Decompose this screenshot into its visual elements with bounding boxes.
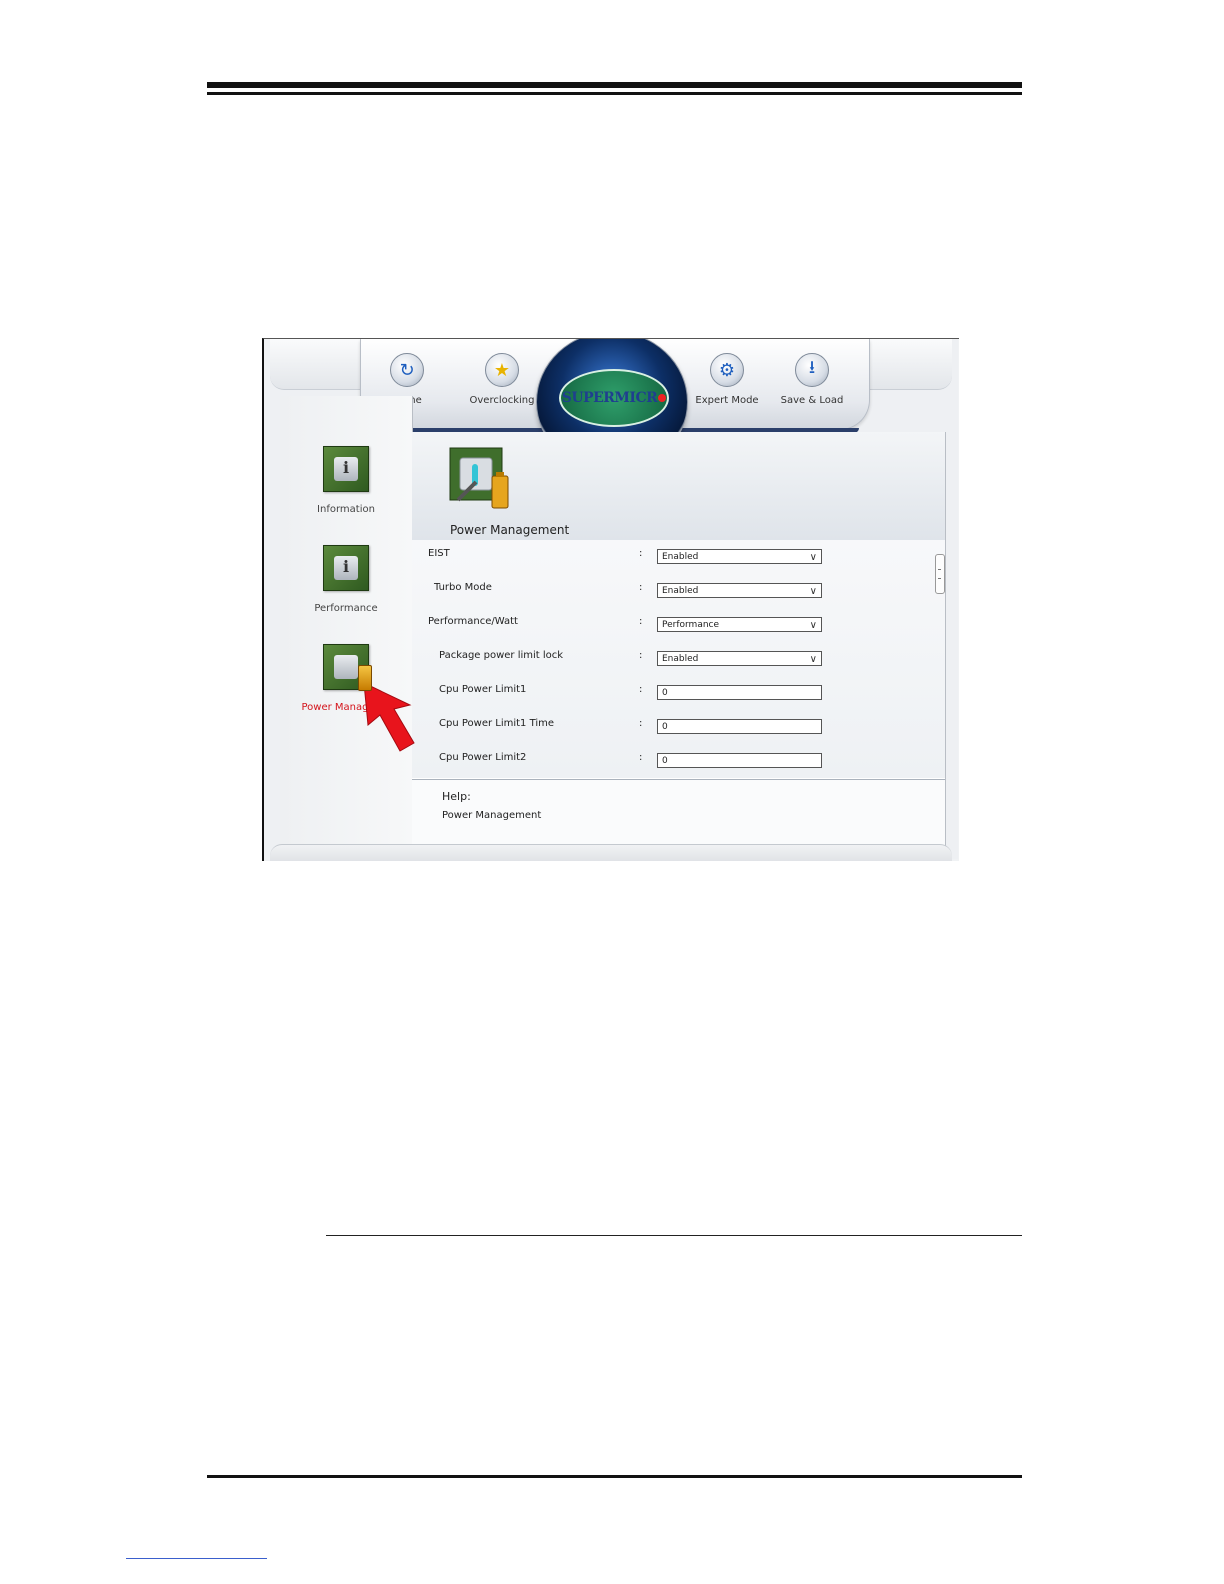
- setting-row-turbo-mode: Turbo Mode : Enabled ∨: [412, 582, 932, 610]
- main-panel: Power Management EIST : Enabled ∨ Turbo M…: [412, 432, 946, 860]
- header-rule-thin: [207, 92, 1022, 95]
- cpu-power-limit1-time-input[interactable]: 0: [657, 719, 822, 734]
- sidebar: i Information i Performance Power Manage…: [280, 396, 413, 859]
- setting-label: Cpu Power Limit1: [439, 684, 527, 695]
- setting-label: Cpu Power Limit1 Time: [439, 718, 555, 729]
- setting-label: EIST: [428, 548, 450, 559]
- footnote-rule: [126, 1558, 267, 1559]
- cpu-power-limit1-input[interactable]: 0: [657, 685, 822, 700]
- nav-save-load-button[interactable]: ⭳ Save & Load: [767, 353, 857, 406]
- cpu-power-limit2-input[interactable]: 0: [657, 753, 822, 768]
- logo-text: SUPERMICR: [561, 390, 658, 406]
- setting-colon: :: [639, 718, 643, 729]
- logo-dot: [658, 394, 667, 402]
- section-divider: [326, 1235, 1022, 1236]
- power-management-chip-icon: [323, 644, 372, 691]
- setting-colon: :: [639, 650, 643, 661]
- setting-row-eist: EIST : Enabled ∨: [412, 548, 932, 576]
- dropdown-value: Enabled: [662, 654, 699, 664]
- footer-rule: [207, 1475, 1022, 1478]
- nav-expert-mode-label: Expert Mode: [695, 395, 759, 406]
- main-header: Power Management: [412, 432, 945, 541]
- download-icon: ⭳: [795, 353, 829, 387]
- logo-badge: SUPERMICR: [559, 369, 669, 427]
- dropdown-value: Enabled: [662, 586, 699, 596]
- setting-colon: :: [639, 752, 643, 763]
- dropdown-value: Performance: [662, 620, 720, 630]
- setting-row-package-power-limit-lock: Package power limit lock : Enabled ∨: [412, 650, 932, 678]
- setting-row-cpu-power-limit1-time: Cpu Power Limit1 Time : 0: [412, 718, 932, 746]
- gear-icon: ⚙: [710, 353, 744, 387]
- nav-expert-mode-button[interactable]: ⚙ Expert Mode: [682, 353, 772, 406]
- setting-label: Package power limit lock: [439, 650, 564, 661]
- sidebar-item-label: Information: [317, 504, 375, 515]
- bios-screenshot: ↻ Home ★ Overclocking ⚙ Expert Mode ⭳ Sa…: [262, 338, 959, 861]
- pointer-arrow-icon: [363, 682, 415, 752]
- power-management-icon: [449, 447, 509, 509]
- star-icon: ★: [485, 353, 519, 387]
- turbo-mode-dropdown[interactable]: Enabled ∨: [657, 583, 822, 598]
- setting-colon: :: [639, 548, 643, 559]
- settings-list: EIST : Enabled ∨ Turbo Mode : Enabled ∨ Pe…: [412, 540, 945, 778]
- nav-save-load-label: Save & Load: [780, 395, 844, 406]
- help-text: Power Management: [442, 810, 542, 821]
- setting-row-cpu-power-limit2: Cpu Power Limit2 : 0: [412, 752, 932, 780]
- chevron-down-icon: ∨: [809, 654, 817, 665]
- page-title: Power Management: [450, 523, 570, 537]
- header-rule-thick: [207, 82, 1022, 88]
- sidebar-item-label: Performance: [314, 603, 378, 614]
- refresh-icon: ↻: [390, 353, 424, 387]
- information-chip-icon: i: [323, 446, 369, 492]
- setting-row-cpu-power-limit1: Cpu Power Limit1 : 0: [412, 684, 932, 712]
- sidebar-item-performance[interactable]: i Performance: [280, 545, 412, 614]
- setting-colon: :: [639, 616, 643, 627]
- setting-colon: :: [639, 582, 643, 593]
- sidebar-item-information[interactable]: i Information: [280, 446, 412, 515]
- performance-chip-icon: i: [323, 545, 369, 591]
- setting-colon: :: [639, 684, 643, 695]
- chevron-down-icon: ∨: [809, 552, 817, 563]
- performance-watt-dropdown[interactable]: Performance ∨: [657, 617, 822, 632]
- nav-overclocking-button[interactable]: ★ Overclocking: [457, 353, 547, 406]
- nav-overclocking-label: Overclocking: [469, 395, 535, 406]
- settings-scrollbar[interactable]: [935, 554, 945, 594]
- help-title: Help:: [442, 790, 471, 803]
- chevron-down-icon: ∨: [809, 620, 817, 631]
- package-power-limit-lock-dropdown[interactable]: Enabled ∨: [657, 651, 822, 666]
- setting-label: Cpu Power Limit2: [439, 752, 527, 763]
- setting-row-performance-watt: Performance/Watt : Performance ∨: [412, 616, 932, 644]
- bottom-bar: [270, 844, 952, 861]
- dropdown-value: Enabled: [662, 552, 699, 562]
- eist-dropdown[interactable]: Enabled ∨: [657, 549, 822, 564]
- setting-label: Turbo Mode: [434, 582, 492, 593]
- chevron-down-icon: ∨: [809, 586, 817, 597]
- setting-label: Performance/Watt: [428, 616, 518, 627]
